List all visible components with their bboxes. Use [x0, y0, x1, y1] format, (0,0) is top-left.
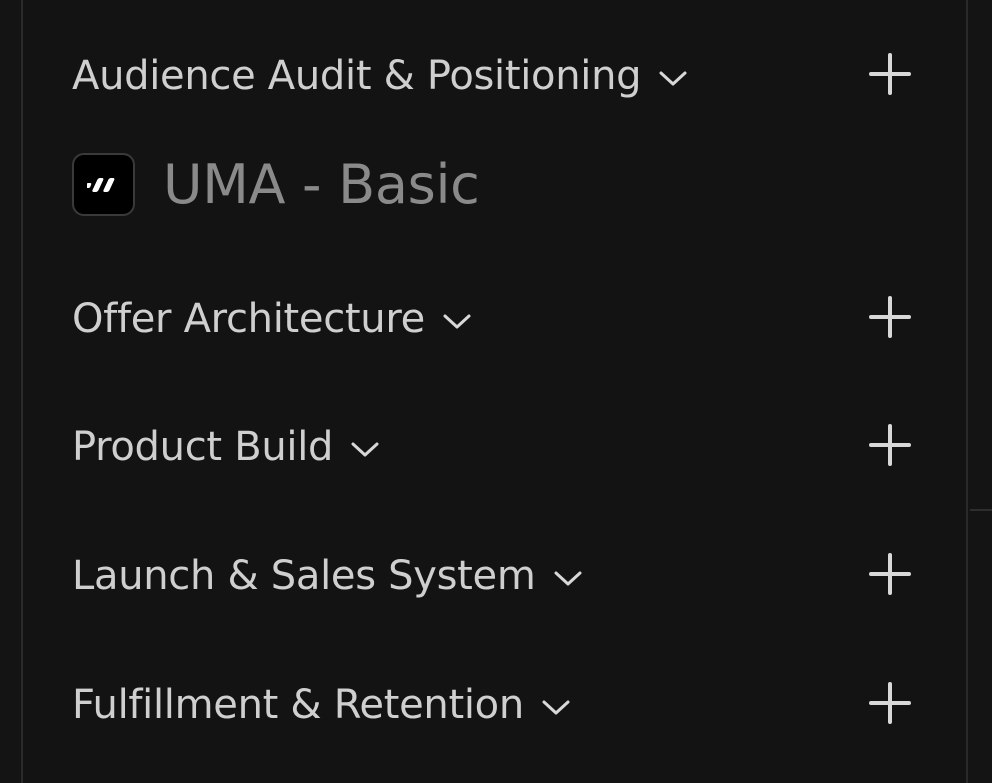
add-button-product-build[interactable] [868, 423, 912, 471]
left-gutter [0, 0, 21, 783]
chevron-down-icon [349, 440, 381, 460]
section-toggle-audience-audit[interactable]: Audience Audit & Positioning [72, 53, 689, 99]
sidebar-panel [21, 0, 968, 783]
plus-icon [868, 52, 912, 100]
section-label: Fulfillment & Retention [72, 682, 524, 728]
item-label: UMA - Basic [163, 153, 480, 216]
chevron-down-icon [552, 569, 584, 589]
plus-icon [868, 552, 912, 600]
section-toggle-product-build[interactable]: Product Build [72, 424, 381, 470]
divider [970, 509, 992, 511]
app-logo-icon [72, 153, 135, 216]
section-launch-sales: Launch & Sales System [72, 546, 912, 606]
add-button-fulfillment-retention[interactable] [868, 681, 912, 729]
chevron-down-icon [657, 69, 689, 89]
section-label: Offer Architecture [72, 296, 425, 342]
add-button-audience-audit[interactable] [868, 52, 912, 100]
right-edge-strip [968, 0, 992, 783]
section-audience-audit: Audience Audit & Positioning [72, 46, 912, 106]
section-toggle-launch-sales[interactable]: Launch & Sales System [72, 553, 584, 599]
chevron-down-icon [540, 698, 572, 718]
list-item-uma-basic[interactable]: UMA - Basic [72, 151, 480, 218]
plus-icon [868, 681, 912, 729]
section-fulfillment-retention: Fulfillment & Retention [72, 675, 912, 735]
add-button-launch-sales[interactable] [868, 552, 912, 600]
section-offer-architecture: Offer Architecture [72, 289, 912, 349]
plus-icon [868, 295, 912, 343]
section-label: Product Build [72, 424, 334, 470]
section-toggle-fulfillment-retention[interactable]: Fulfillment & Retention [72, 682, 572, 728]
section-toggle-offer-architecture[interactable]: Offer Architecture [72, 296, 473, 342]
section-label: Audience Audit & Positioning [72, 53, 642, 99]
add-button-offer-architecture[interactable] [868, 295, 912, 343]
plus-icon [868, 423, 912, 471]
section-label: Launch & Sales System [72, 553, 536, 599]
chevron-down-icon [441, 312, 473, 332]
section-product-build: Product Build [72, 417, 912, 477]
